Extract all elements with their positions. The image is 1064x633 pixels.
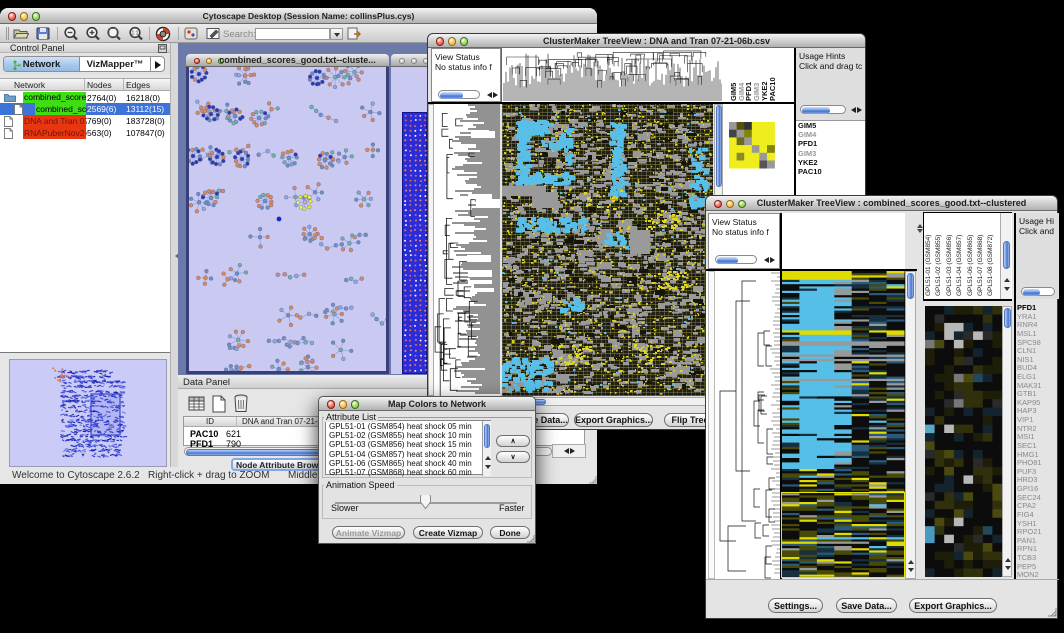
svg-text:1:1: 1:1 <box>132 31 139 37</box>
